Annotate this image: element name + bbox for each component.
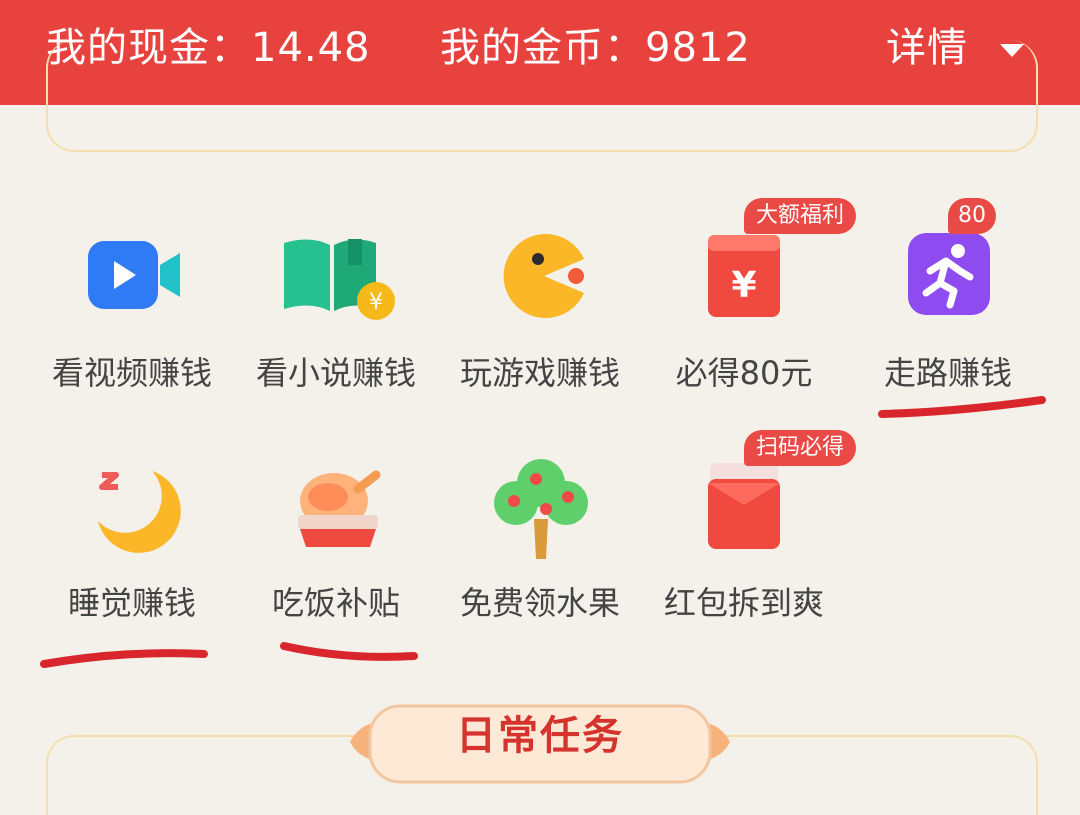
book-coin-icon: ¥: [284, 239, 395, 320]
task-label: 玩游戏赚钱: [459, 354, 620, 392]
annotation-underline: [878, 396, 1046, 418]
task-label: 看小说赚钱: [255, 354, 416, 392]
task-open-red-envelope[interactable]: 红包拆到爽: [644, 455, 844, 655]
annotation-underline: [40, 649, 208, 668]
video-camera-icon: [88, 241, 180, 309]
task-label: 睡觉赚钱: [67, 584, 196, 622]
task-label: 走路赚钱: [883, 354, 1012, 392]
running-person-icon: [908, 233, 990, 315]
svg-text:¥: ¥: [731, 265, 756, 306]
annotation-underline: [280, 642, 418, 661]
task-watch-video[interactable]: 看视频赚钱: [32, 225, 232, 425]
svg-text:¥: ¥: [369, 290, 383, 315]
task-read-novel[interactable]: ¥ 看小说赚钱: [236, 225, 436, 425]
fruit-tree-icon: [494, 459, 588, 559]
task-label: 吃饭补贴: [271, 584, 400, 622]
moon-sleep-icon: [98, 471, 181, 553]
task-free-fruit[interactable]: 免费领水果: [440, 455, 640, 655]
big-welfare-badge: 大额福利: [744, 198, 857, 234]
task-get-80-yuan[interactable]: ¥ 必得80元: [644, 225, 844, 425]
task-label: 必得80元: [675, 354, 813, 392]
task-label: 免费领水果: [459, 584, 620, 622]
top-card: [46, 40, 1038, 152]
count-badge: 80: [948, 198, 996, 234]
task-play-game[interactable]: 玩游戏赚钱: [440, 225, 640, 425]
roast-chicken-icon: [298, 470, 381, 547]
task-sleep[interactable]: 睡觉赚钱: [32, 455, 232, 655]
red-envelope-yuan-icon: ¥: [708, 235, 780, 317]
daily-tasks-title: 日常任务: [456, 713, 624, 759]
red-envelope-open-icon: [708, 463, 780, 549]
scan-reward-badge: 扫码必得: [744, 430, 857, 466]
task-meal-subsidy[interactable]: 吃饭补贴: [236, 455, 436, 655]
task-label: 红包拆到爽: [663, 584, 824, 622]
task-label: 看视频赚钱: [51, 354, 212, 392]
pacman-icon: [503, 234, 584, 318]
